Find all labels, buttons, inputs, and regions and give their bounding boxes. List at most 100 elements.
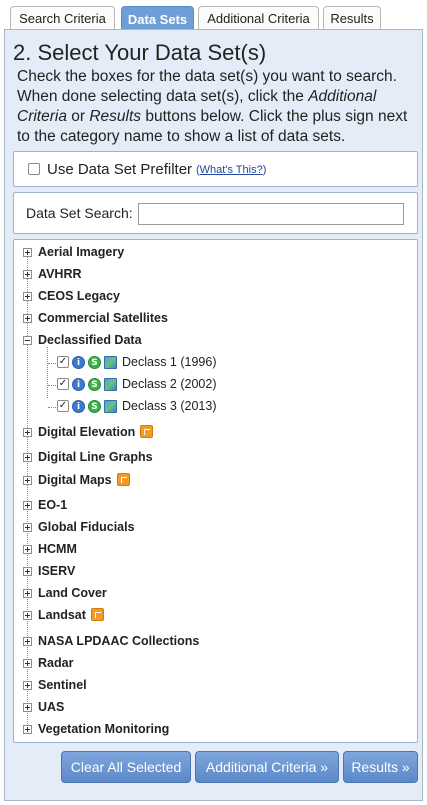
expand-toggle-icon[interactable] bbox=[23, 659, 32, 668]
expand-toggle-icon[interactable] bbox=[23, 314, 32, 323]
category-label[interactable]: Radar bbox=[38, 656, 73, 670]
category-label-text[interactable]: Digital Maps bbox=[38, 473, 112, 487]
dataset-declass-2: ✓ i S Declass 2 (2002) bbox=[14, 375, 417, 395]
expand-toggle-icon[interactable] bbox=[23, 501, 32, 510]
child-connector-line bbox=[48, 363, 56, 364]
category-declassified-data[interactable]: Declassified Data bbox=[14, 331, 417, 351]
s-icon[interactable]: S bbox=[88, 400, 101, 413]
tab-results[interactable]: Results bbox=[323, 6, 381, 30]
category-label-text[interactable]: Digital Elevation bbox=[38, 425, 135, 439]
clear-all-selected-button[interactable]: Clear All Selected bbox=[61, 751, 191, 783]
dataset-search-box: Data Set Search: bbox=[13, 192, 418, 234]
category-label[interactable]: EO-1 bbox=[38, 498, 67, 512]
category-nasa-lpdaac[interactable]: NASA LPDAAC Collections bbox=[14, 632, 417, 652]
category-label[interactable]: Digital Line Graphs bbox=[38, 450, 153, 464]
prefilter-checkbox[interactable] bbox=[28, 163, 40, 175]
dataset-checkbox[interactable]: ✓ bbox=[57, 400, 69, 412]
s-icon[interactable]: S bbox=[88, 356, 101, 369]
category-iserv[interactable]: ISERV bbox=[14, 562, 417, 582]
dataset-checkbox[interactable]: ✓ bbox=[57, 356, 69, 368]
category-label[interactable]: NASA LPDAAC Collections bbox=[38, 634, 199, 648]
category-ceos-legacy[interactable]: CEOS Legacy bbox=[14, 287, 417, 307]
category-label[interactable]: Vegetation Monitoring bbox=[38, 722, 169, 736]
expand-toggle-icon[interactable] bbox=[23, 292, 32, 301]
expand-toggle-icon[interactable] bbox=[23, 523, 32, 532]
external-link-icon[interactable] bbox=[116, 473, 130, 486]
child-connector-line bbox=[48, 385, 56, 386]
expand-toggle-icon[interactable] bbox=[23, 681, 32, 690]
info-icon[interactable]: i bbox=[72, 378, 85, 391]
expand-toggle-icon[interactable] bbox=[23, 248, 32, 257]
whats-this-link[interactable]: What's This? bbox=[200, 164, 263, 176]
expand-toggle-icon[interactable] bbox=[23, 703, 32, 712]
instructions-text: Check the boxes for the data set(s) you … bbox=[17, 67, 417, 147]
expand-toggle-icon[interactable] bbox=[23, 637, 32, 646]
category-eo-1[interactable]: EO-1 bbox=[14, 496, 417, 516]
prefilter-box: Use Data Set Prefilter (What's This?) bbox=[13, 151, 418, 187]
expand-toggle-icon[interactable] bbox=[23, 589, 32, 598]
map-preview-icon[interactable] bbox=[104, 400, 117, 413]
category-label[interactable]: Sentinel bbox=[38, 678, 87, 692]
dataset-checkbox[interactable]: ✓ bbox=[57, 378, 69, 390]
whats-this-help: (What's This?) bbox=[196, 164, 266, 176]
category-avhrr[interactable]: AVHRR bbox=[14, 265, 417, 285]
map-preview-icon[interactable] bbox=[104, 378, 117, 391]
category-label[interactable]: ISERV bbox=[38, 564, 75, 578]
child-connector-line bbox=[48, 407, 56, 408]
category-label[interactable]: Commercial Satellites bbox=[38, 311, 168, 325]
category-uas[interactable]: UAS bbox=[14, 698, 417, 718]
expand-toggle-icon[interactable] bbox=[23, 545, 32, 554]
category-label[interactable]: Landsat bbox=[38, 608, 104, 622]
results-button[interactable]: Results » bbox=[343, 751, 418, 783]
category-digital-maps[interactable]: Digital Maps bbox=[14, 471, 417, 491]
s-icon[interactable]: S bbox=[88, 378, 101, 391]
category-label[interactable]: AVHRR bbox=[38, 267, 82, 281]
info-icon[interactable]: i bbox=[72, 400, 85, 413]
tab-additional-criteria[interactable]: Additional Criteria bbox=[198, 6, 319, 30]
tab-data-sets[interactable]: Data Sets bbox=[121, 6, 194, 31]
category-label[interactable]: UAS bbox=[38, 700, 64, 714]
expand-toggle-icon[interactable] bbox=[23, 476, 32, 485]
category-hcmm[interactable]: HCMM bbox=[14, 540, 417, 560]
category-label-text[interactable]: Landsat bbox=[38, 608, 86, 622]
category-label[interactable]: Declassified Data bbox=[38, 333, 142, 347]
dataset-label[interactable]: Declass 2 (2002) bbox=[122, 377, 217, 391]
category-global-fiducials[interactable]: Global Fiducials bbox=[14, 518, 417, 538]
expand-toggle-icon[interactable] bbox=[23, 270, 32, 279]
paren-close: ) bbox=[262, 164, 267, 176]
category-label[interactable]: HCMM bbox=[38, 542, 77, 556]
category-vegetation-monitoring[interactable]: Vegetation Monitoring bbox=[14, 720, 417, 740]
expand-toggle-icon[interactable] bbox=[23, 611, 32, 620]
dataset-search-label: Data Set Search: bbox=[26, 205, 133, 221]
category-aerial-imagery[interactable]: Aerial Imagery bbox=[14, 243, 417, 263]
category-sentinel[interactable]: Sentinel bbox=[14, 676, 417, 696]
category-label[interactable]: Global Fiducials bbox=[38, 520, 135, 534]
dataset-label[interactable]: Declass 1 (1996) bbox=[122, 355, 217, 369]
tab-search-criteria[interactable]: Search Criteria bbox=[10, 6, 115, 30]
category-land-cover[interactable]: Land Cover bbox=[14, 584, 417, 604]
category-commercial-satellites[interactable]: Commercial Satellites bbox=[14, 309, 417, 329]
expand-toggle-icon[interactable] bbox=[23, 453, 32, 462]
external-link-icon[interactable] bbox=[90, 608, 104, 621]
category-label[interactable]: Digital Elevation bbox=[38, 425, 154, 439]
category-digital-elevation[interactable]: Digital Elevation bbox=[14, 423, 417, 443]
category-radar[interactable]: Radar bbox=[14, 654, 417, 674]
map-preview-icon[interactable] bbox=[104, 356, 117, 369]
prefilter-label: Use Data Set Prefilter bbox=[47, 161, 193, 178]
category-label[interactable]: Land Cover bbox=[38, 586, 107, 600]
external-link-icon[interactable] bbox=[140, 425, 154, 438]
expand-toggle-icon[interactable] bbox=[23, 428, 32, 437]
info-icon[interactable]: i bbox=[72, 356, 85, 369]
category-label[interactable]: CEOS Legacy bbox=[38, 289, 120, 303]
category-label[interactable]: Digital Maps bbox=[38, 473, 130, 487]
dataset-search-input[interactable] bbox=[138, 203, 404, 225]
expand-toggle-icon[interactable] bbox=[23, 567, 32, 576]
additional-criteria-button[interactable]: Additional Criteria » bbox=[195, 751, 339, 783]
category-landsat[interactable]: Landsat bbox=[14, 606, 417, 626]
expand-toggle-icon[interactable] bbox=[23, 725, 32, 734]
tab-bar: Search Criteria Data Sets Additional Cri… bbox=[0, 0, 427, 31]
category-digital-line-graphs[interactable]: Digital Line Graphs bbox=[14, 448, 417, 468]
dataset-label[interactable]: Declass 3 (2013) bbox=[122, 399, 217, 413]
collapse-toggle-icon[interactable] bbox=[23, 336, 32, 345]
category-label[interactable]: Aerial Imagery bbox=[38, 245, 124, 259]
